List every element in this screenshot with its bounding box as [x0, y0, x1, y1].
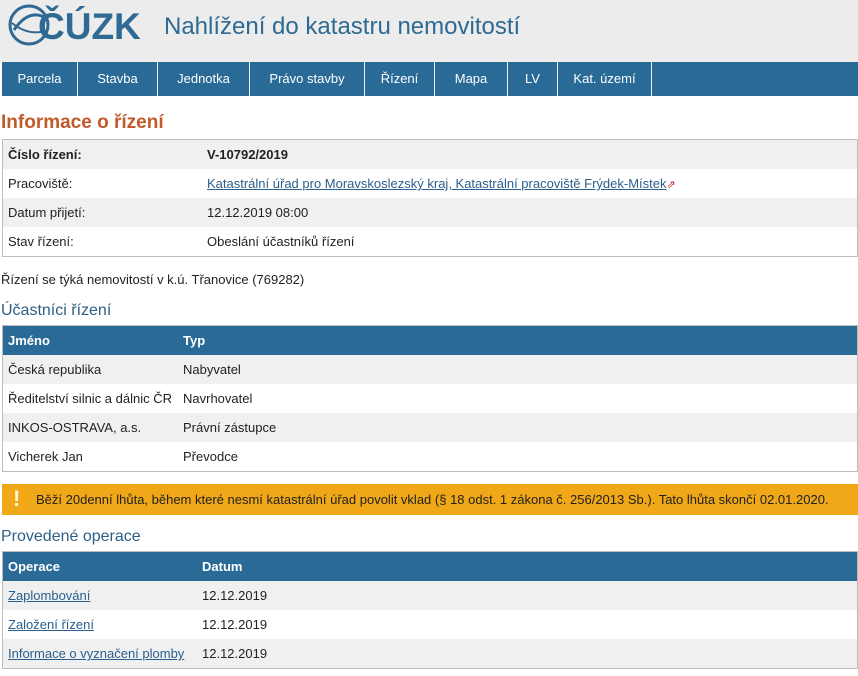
- state-label: Stav řízení:: [2, 227, 202, 257]
- table-row: Zaplombování 12.12.2019: [2, 581, 858, 610]
- cadastral-area-note: Řízení se týká nemovitostí v k.ú. Třanov…: [1, 272, 305, 287]
- participant-name: INKOS-OSTRAVA, a.s.: [2, 413, 178, 442]
- info-row-number: Číslo řízení: V-10792/2019: [2, 139, 858, 169]
- participant-type: Převodce: [178, 442, 858, 472]
- main-nav: Parcela Stavba Jednotka Právo stavby Říz…: [2, 62, 858, 96]
- operation-link[interactable]: Zaplombování: [8, 588, 90, 603]
- operations-title: Provedené operace: [1, 528, 141, 545]
- workplace-cell: Katastrální úřad pro Moravskoslezský kra…: [202, 169, 858, 198]
- operation-cell: Zaplombování: [2, 581, 197, 610]
- info-row-date: Datum přijetí: 12.12.2019 08:00: [2, 198, 858, 227]
- app-title: Nahlížení do katastru nemovitostí: [164, 13, 521, 40]
- nav-stavba[interactable]: Stavba: [78, 62, 158, 96]
- operation-date: 12.12.2019: [197, 639, 858, 669]
- external-link-icon[interactable]: ⇗: [667, 179, 676, 191]
- deadline-warning: ! Běží 20denní lhůta, během které nesmí …: [2, 484, 858, 515]
- participant-name: Česká republika: [2, 355, 178, 384]
- operation-cell: Informace o vyznačení plomby: [2, 639, 197, 669]
- table-row: Založení řízení 12.12.2019: [2, 610, 858, 639]
- operations-header-row: Operace Datum: [2, 551, 858, 581]
- nav-kat-uzemi[interactable]: Kat. území: [558, 62, 652, 96]
- proceeding-info-table: Číslo řízení: V-10792/2019 Pracoviště: K…: [2, 139, 858, 257]
- page-title: Informace o řízení: [1, 112, 164, 133]
- operation-link[interactable]: Informace o vyznačení plomby: [8, 646, 184, 661]
- nav-pravo-stavby[interactable]: Právo stavby: [250, 62, 365, 96]
- table-row: Ředitelství silnic a dálnic ČR Navrhovat…: [2, 384, 858, 413]
- column-header-operation: Operace: [2, 551, 197, 581]
- participant-name: Vicherek Jan: [2, 442, 178, 472]
- column-header-date: Datum: [197, 551, 858, 581]
- logo-text: ČÚZK: [38, 5, 141, 46]
- nav-mapa[interactable]: Mapa: [435, 62, 508, 96]
- nav-jednotka[interactable]: Jednotka: [158, 62, 250, 96]
- table-row: Vicherek Jan Převodce: [2, 442, 858, 472]
- cuzk-logo[interactable]: ČÚZK: [8, 4, 156, 46]
- nav-lv[interactable]: LV: [508, 62, 558, 96]
- info-row-state: Stav řízení: Obeslání účastníků řízení: [2, 227, 858, 257]
- table-row: Česká republika Nabyvatel: [2, 355, 858, 384]
- column-header-type: Typ: [178, 325, 858, 355]
- table-row: INKOS-OSTRAVA, a.s. Právní zástupce: [2, 413, 858, 442]
- participants-header-row: Jméno Typ: [2, 325, 858, 355]
- participant-name: Ředitelství silnic a dálnic ČR: [2, 384, 178, 413]
- info-row-workplace: Pracoviště: Katastrální úřad pro Moravsk…: [2, 169, 858, 198]
- exclamation-icon: !: [13, 486, 21, 511]
- participants-title: Účastníci řízení: [1, 302, 112, 319]
- operation-date: 12.12.2019: [197, 581, 858, 610]
- workplace-label: Pracoviště:: [2, 169, 202, 198]
- table-row: Informace o vyznačení plomby 12.12.2019: [2, 639, 858, 669]
- operations-table: Operace Datum Zaplombování 12.12.2019 Za…: [2, 551, 858, 669]
- number-value: V-10792/2019: [202, 139, 858, 169]
- participants-table: Jméno Typ Česká republika Nabyvatel Ředi…: [2, 325, 858, 472]
- participant-type: Právní zástupce: [178, 413, 858, 442]
- number-label: Číslo řízení:: [2, 139, 202, 169]
- date-value: 12.12.2019 08:00: [202, 198, 858, 227]
- operation-cell: Založení řízení: [2, 610, 197, 639]
- participant-type: Nabyvatel: [178, 355, 858, 384]
- state-value: Obeslání účastníků řízení: [202, 227, 858, 257]
- operation-date: 12.12.2019: [197, 610, 858, 639]
- date-label: Datum přijetí:: [2, 198, 202, 227]
- operation-link[interactable]: Založení řízení: [8, 617, 94, 632]
- column-header-name: Jméno: [2, 325, 178, 355]
- workplace-link[interactable]: Katastrální úřad pro Moravskoslezský kra…: [207, 176, 667, 191]
- participant-type: Navrhovatel: [178, 384, 858, 413]
- nav-rizeni[interactable]: Řízení: [365, 62, 435, 96]
- page-header: ČÚZK Nahlížení do katastru nemovitostí: [0, 0, 858, 62]
- nav-parcela[interactable]: Parcela: [2, 62, 78, 96]
- warning-text: Běží 20denní lhůta, během které nesmí ka…: [36, 492, 829, 507]
